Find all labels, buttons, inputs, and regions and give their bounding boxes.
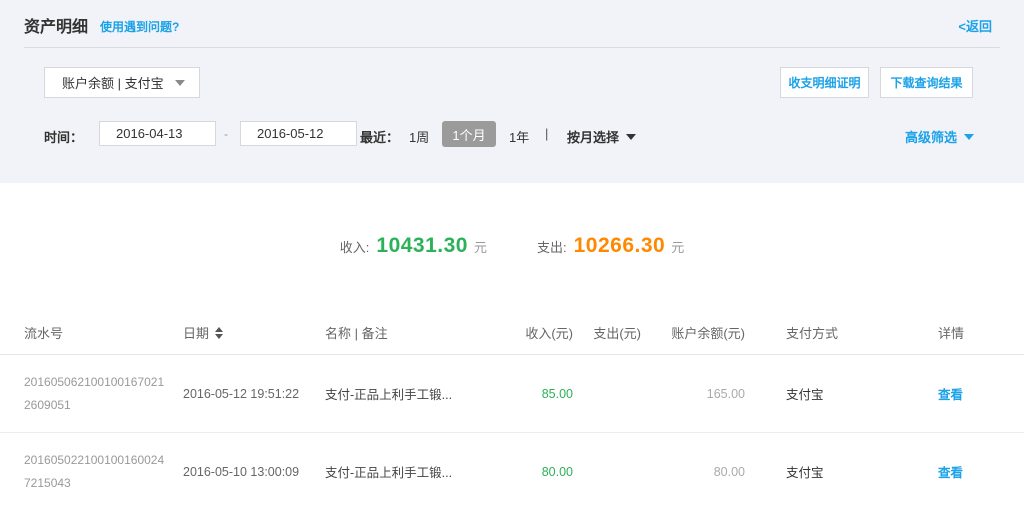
filter-panel: 资产明细 使用遇到问题? <返回 账户余额 | 支付宝 收支明细证明 下载查询结… bbox=[0, 0, 1024, 183]
column-header-balance: 账户余额(元) bbox=[641, 323, 745, 342]
cell-balance: 80.00 bbox=[641, 465, 745, 479]
chevron-down-icon bbox=[175, 80, 185, 86]
column-header-detail: 详情 bbox=[938, 323, 998, 342]
expense-label: 支出: bbox=[537, 237, 567, 256]
column-header-income: 收入(元) bbox=[498, 323, 573, 342]
income-label: 收入: bbox=[340, 237, 370, 256]
range-option-1month-selected[interactable]: 1个月 bbox=[442, 121, 496, 147]
summary-bar: 收入: 10431.30 元 支出: 10266.30 元 bbox=[0, 234, 1024, 258]
cell-name: 支付-正品上利手工锻... bbox=[325, 384, 498, 403]
month-select-dropdown[interactable]: 按月选择 bbox=[567, 127, 636, 146]
cell-method: 支付宝 bbox=[786, 462, 886, 481]
expense-total: 10266.30 bbox=[574, 234, 666, 258]
transactions-table: 流水号 日期 名称 | 备注 收入(元) 支出(元) 账户余额(元) 支付方式 … bbox=[0, 311, 1024, 508]
account-type-value: 账户余额 | 支付宝 bbox=[62, 73, 164, 92]
expense-summary: 支出: 10266.30 元 bbox=[537, 234, 684, 258]
income-total: 10431.30 bbox=[376, 234, 468, 258]
download-results-button[interactable]: 下载查询结果 bbox=[880, 67, 973, 98]
table-header-row: 流水号 日期 名称 | 备注 收入(元) 支出(元) 账户余额(元) 支付方式 … bbox=[0, 311, 1024, 355]
advanced-filter-label: 高级筛选 bbox=[905, 127, 957, 146]
column-header-date-label: 日期 bbox=[183, 323, 209, 342]
table-row: 2016050221001001600247215043 2016-05-10 … bbox=[0, 433, 1024, 508]
cell-serial: 2016050621001001670212609051 bbox=[24, 371, 183, 415]
date-from-input[interactable] bbox=[99, 121, 216, 146]
page-title: 资产明细 bbox=[24, 13, 88, 37]
income-unit: 元 bbox=[474, 237, 487, 256]
advanced-filter-dropdown[interactable]: 高级筛选 bbox=[905, 127, 974, 146]
cell-name: 支付-正品上利手工锻... bbox=[325, 462, 498, 481]
chevron-down-icon bbox=[626, 134, 636, 140]
chevron-down-icon bbox=[964, 134, 974, 140]
income-expense-proof-button[interactable]: 收支明细证明 bbox=[780, 67, 869, 98]
view-detail-link[interactable]: 查看 bbox=[938, 388, 963, 402]
cell-income: 85.00 bbox=[498, 387, 573, 401]
date-to-input[interactable] bbox=[240, 121, 357, 146]
cell-income: 80.00 bbox=[498, 465, 573, 479]
time-label: 时间： bbox=[44, 127, 83, 146]
recent-label: 最近： bbox=[360, 127, 399, 146]
back-link[interactable]: <返回 bbox=[958, 16, 992, 35]
cell-method: 支付宝 bbox=[786, 384, 886, 403]
column-header-date[interactable]: 日期 bbox=[183, 323, 325, 342]
column-header-method: 支付方式 bbox=[786, 323, 886, 342]
sort-icon[interactable] bbox=[215, 327, 223, 339]
expense-unit: 元 bbox=[671, 237, 684, 256]
range-option-1year[interactable]: 1年 bbox=[509, 127, 529, 146]
table-row: 2016050621001001670212609051 2016-05-12 … bbox=[0, 355, 1024, 433]
help-link[interactable]: 使用遇到问题? bbox=[100, 18, 179, 35]
view-detail-link[interactable]: 查看 bbox=[938, 466, 963, 480]
column-header-serial: 流水号 bbox=[24, 323, 183, 342]
column-header-name: 名称 | 备注 bbox=[325, 323, 498, 342]
asset-detail-page: 资产明细 使用遇到问题? <返回 账户余额 | 支付宝 收支明细证明 下载查询结… bbox=[0, 0, 1024, 508]
range-divider: | bbox=[545, 126, 548, 141]
cell-balance: 165.00 bbox=[641, 387, 745, 401]
range-option-1week[interactable]: 1周 bbox=[409, 127, 429, 146]
cell-date: 2016-05-10 13:00:09 bbox=[183, 465, 325, 479]
month-select-label: 按月选择 bbox=[567, 127, 619, 146]
cell-date: 2016-05-12 19:51:22 bbox=[183, 387, 325, 401]
date-separator: - bbox=[224, 127, 228, 141]
account-type-select[interactable]: 账户余额 | 支付宝 bbox=[44, 67, 200, 98]
column-header-expense: 支出(元) bbox=[573, 323, 641, 342]
cell-serial: 2016050221001001600247215043 bbox=[24, 449, 183, 493]
header-divider bbox=[24, 47, 1000, 48]
income-summary: 收入: 10431.30 元 bbox=[340, 234, 487, 258]
